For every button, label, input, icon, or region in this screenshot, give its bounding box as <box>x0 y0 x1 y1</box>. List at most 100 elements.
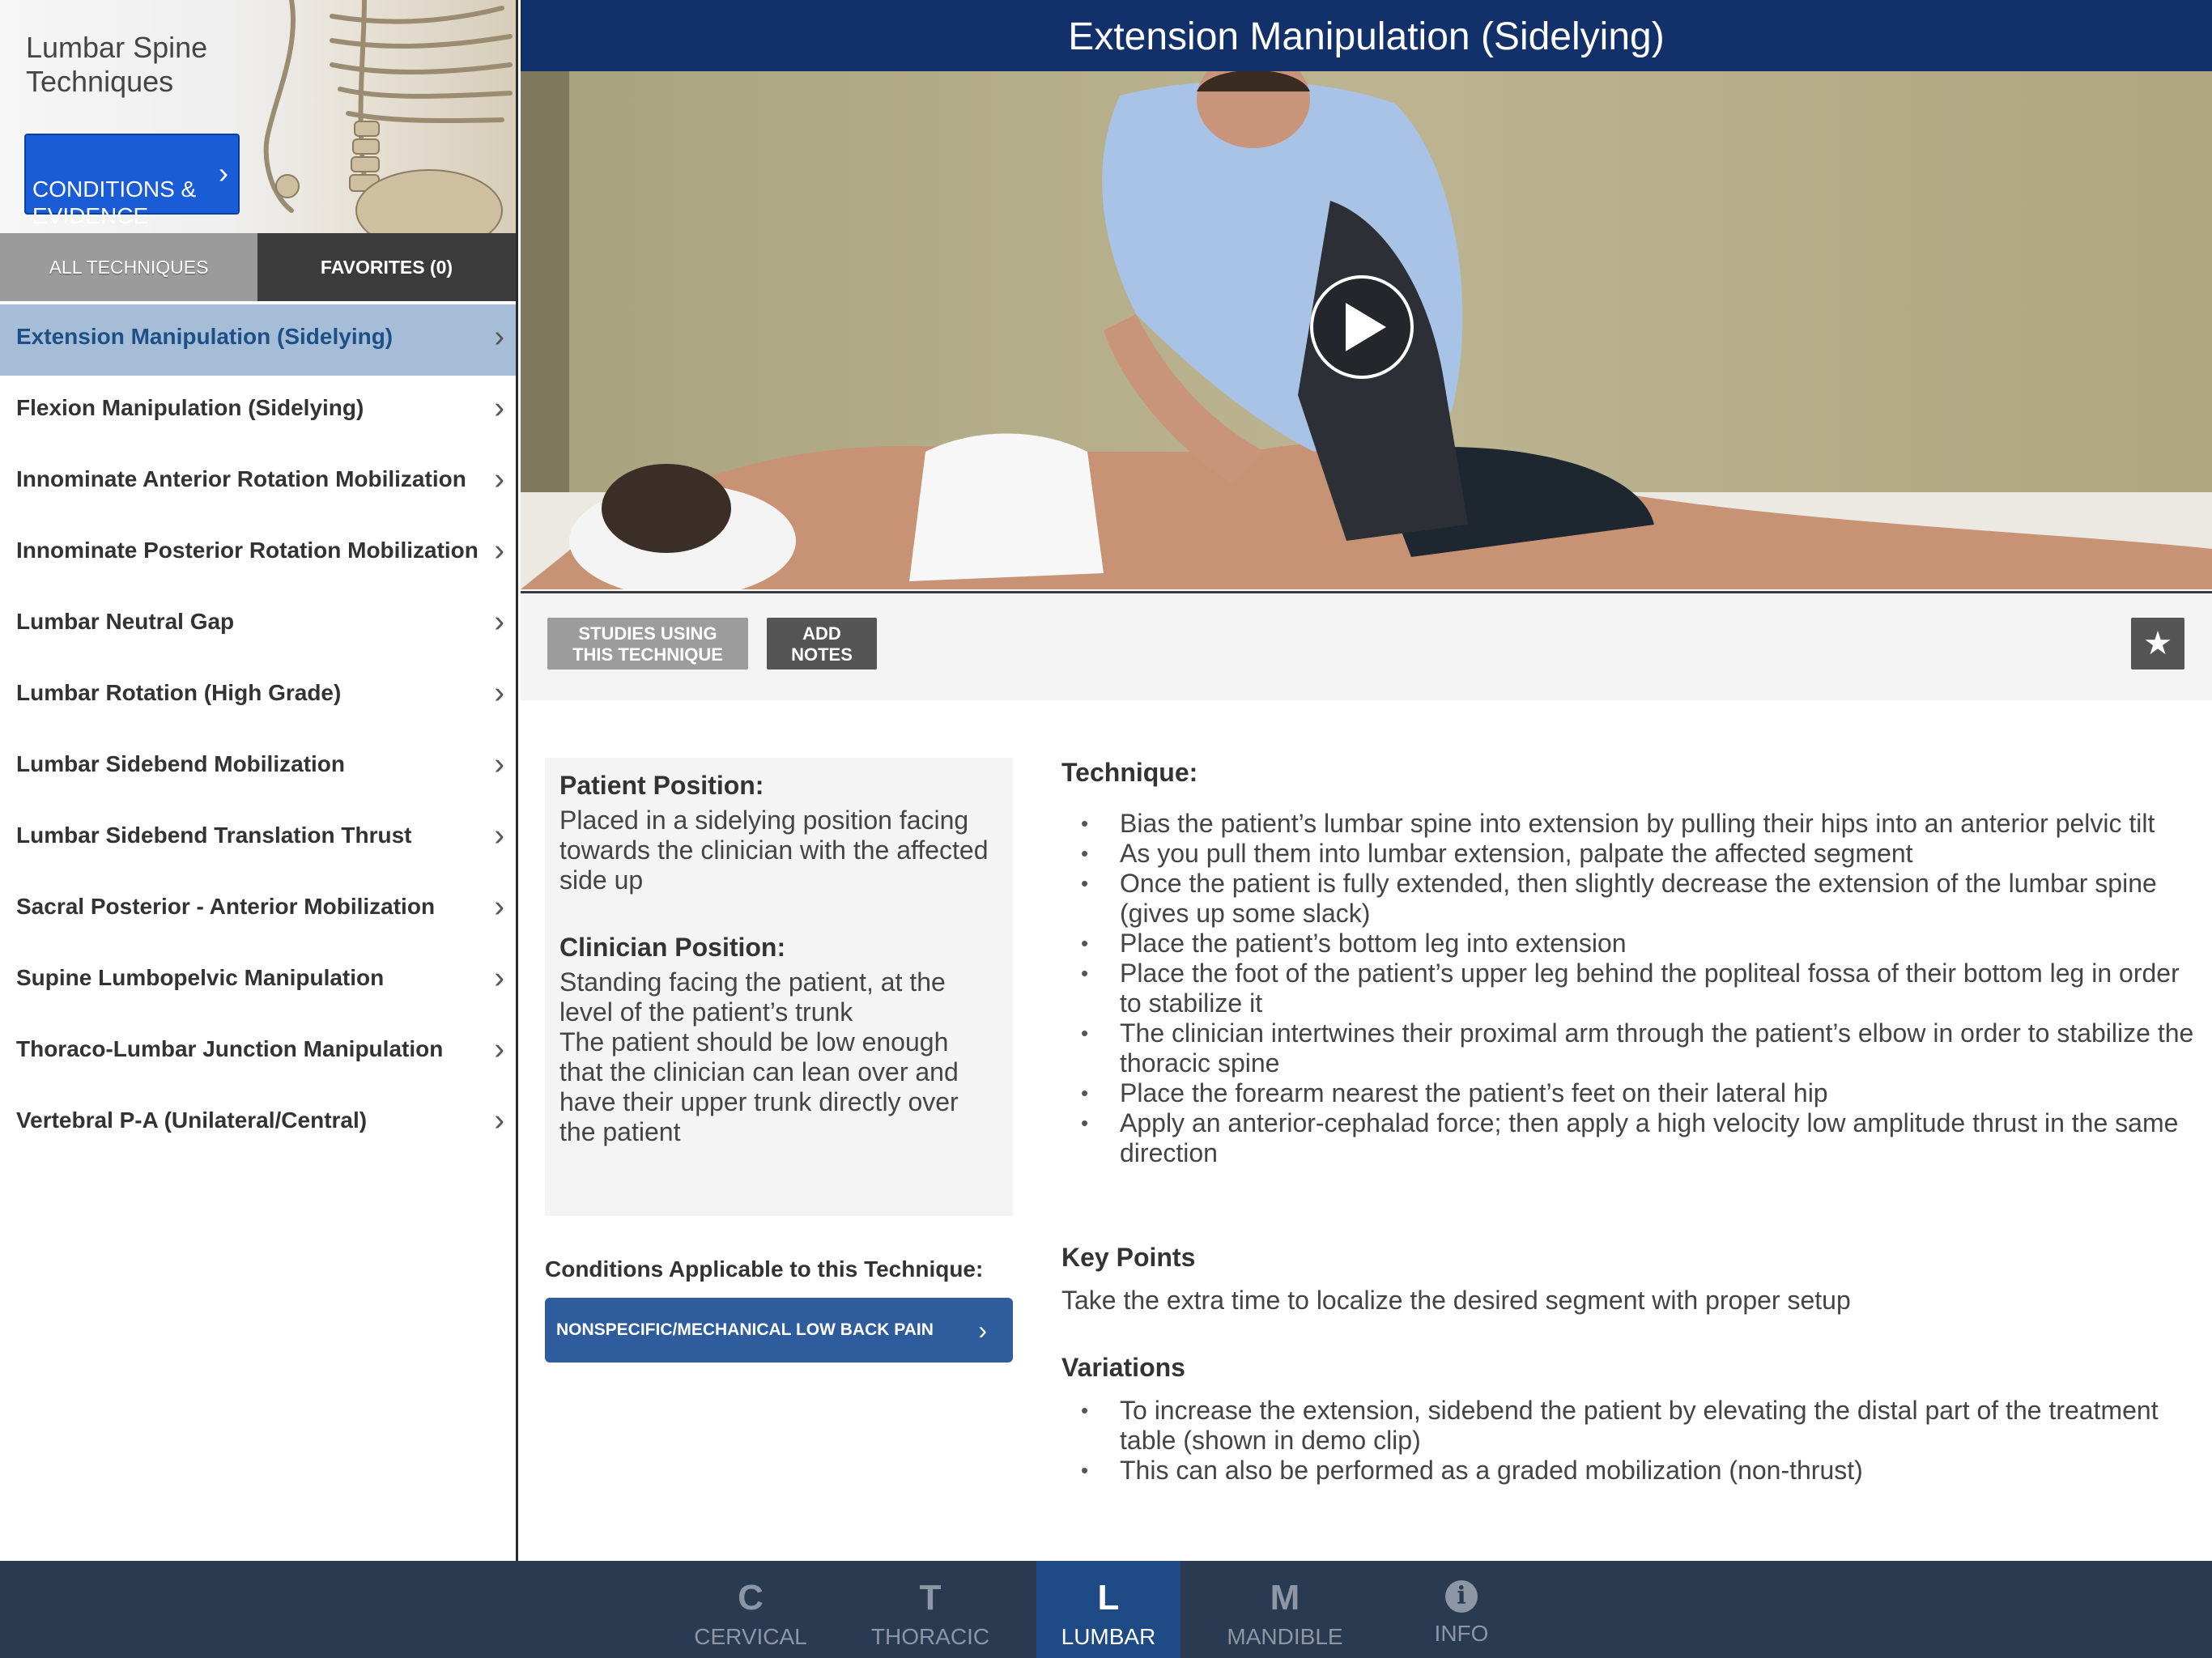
clinician-position-line: Standing facing the patient, at the leve… <box>559 967 946 1027</box>
chevron-right-icon: › <box>494 534 504 568</box>
tab-lumbar[interactable]: L LUMBAR <box>1036 1561 1180 1658</box>
variation-item: This can also be performed as a graded m… <box>1061 1456 2195 1486</box>
chevron-right-icon: › <box>494 890 504 924</box>
tab-cervical[interactable]: C CERVICAL <box>678 1561 823 1658</box>
technique-label: Extension Manipulation (Sidelying) <box>16 324 393 349</box>
technique-label: Lumbar Neutral Gap <box>16 609 235 634</box>
action-bar: STUDIES USING THIS TECHNIQUE ADD NOTES ★ <box>521 591 2212 700</box>
technique-label: Lumbar Sidebend Translation Thrust <box>16 823 412 848</box>
technique-list-item[interactable]: Vertebral P-A (Unilateral/Central) › <box>0 1088 516 1159</box>
patient-position-text: Placed in a sidelying position facing to… <box>559 806 989 895</box>
technique-description: Technique: Bias the patient’s lumbar spi… <box>1061 758 2195 1486</box>
conditions-evidence-label: CONDITIONS & EVIDENCE <box>32 176 197 228</box>
technique-list-item[interactable]: Innominate Anterior Rotation Mobilizatio… <box>0 447 516 518</box>
conditions-evidence-button[interactable]: CONDITIONS & EVIDENCE › <box>24 134 240 228</box>
chevron-right-icon: › <box>494 462 504 496</box>
tab-glyph: T <box>919 1578 942 1618</box>
studies-using-technique-button[interactable]: STUDIES USING THIS TECHNIQUE <box>547 618 748 670</box>
chevron-right-icon: › <box>494 676 504 710</box>
tab-favorites[interactable]: FAVORITES (0) <box>257 233 516 301</box>
favorite-button[interactable]: ★ <box>2131 618 2184 670</box>
tab-mandible[interactable]: M MANDIBLE <box>1213 1561 1357 1658</box>
tab-label: CERVICAL <box>694 1624 807 1649</box>
condition-link-button[interactable]: NONSPECIFIC/MECHANICAL LOW BACK PAIN › <box>545 1298 1013 1363</box>
technique-step: Place the forearm nearest the patient’s … <box>1061 1078 2195 1108</box>
technique-list-item[interactable]: Innominate Posterior Rotation Mobilizati… <box>0 518 516 589</box>
play-button[interactable] <box>1310 275 1414 379</box>
tab-info[interactable]: i INFO <box>1389 1561 1534 1658</box>
technique-label: Innominate Anterior Rotation Mobilizatio… <box>16 466 466 491</box>
sidebar-header: Lumbar Spine Techniques CONDITIONS & EVI… <box>0 0 516 233</box>
chevron-right-icon: › <box>978 1316 987 1345</box>
key-points-heading: Key Points <box>1061 1243 1196 1272</box>
technique-list-item[interactable]: Supine Lumbopelvic Manipulation › <box>0 946 516 1017</box>
technique-detail: Extension Manipulation (Sidelying) STUDI… <box>521 0 2212 1561</box>
technique-label: Vertebral P-A (Unilateral/Central) <box>16 1107 368 1133</box>
chevron-right-icon: › <box>494 320 504 354</box>
technique-label: Innominate Posterior Rotation Mobilizati… <box>16 538 479 563</box>
technique-list-item[interactable]: Lumbar Neutral Gap › <box>0 589 516 661</box>
variation-item: To increase the extension, sidebend the … <box>1061 1396 2195 1456</box>
info-icon: i <box>1445 1580 1478 1613</box>
star-icon: ★ <box>2143 626 2172 661</box>
tab-label: LUMBAR <box>1061 1624 1156 1649</box>
position-panel: Patient Position: Placed in a sidelying … <box>545 758 1013 1216</box>
technique-step: Apply an anterior-cephalad force; then a… <box>1061 1108 2195 1168</box>
chevron-right-icon: › <box>494 818 504 852</box>
technique-step: The clinician intertwines their proximal… <box>1061 1018 2195 1078</box>
tab-label: INFO <box>1434 1621 1489 1646</box>
technique-list-item[interactable]: Thoraco-Lumbar Junction Manipulation › <box>0 1017 516 1088</box>
variations-list: To increase the extension, sidebend the … <box>1061 1396 2195 1486</box>
condition-link-label: NONSPECIFIC/MECHANICAL LOW BACK PAIN <box>556 1320 934 1339</box>
clinician-position-line: The patient should be low enough that th… <box>559 1027 959 1146</box>
bottom-tab-bar: C CERVICAL T THORACIC L LUMBAR M MANDIBLE i INFO <box>0 1561 2212 1658</box>
video-player[interactable] <box>521 71 2212 589</box>
skeleton-illustration <box>263 0 513 233</box>
chevron-right-icon: › <box>494 605 504 639</box>
tab-label: MANDIBLE <box>1227 1624 1343 1649</box>
sidebar: Lumbar Spine Techniques CONDITIONS & EVI… <box>0 0 518 1561</box>
technique-step: As you pull them into lumbar extension, … <box>1061 839 2195 869</box>
chevron-right-icon: › <box>494 1032 504 1066</box>
technique-list-item[interactable]: Extension Manipulation (Sidelying) › <box>0 304 516 376</box>
clinician-position-heading: Clinician Position: <box>559 933 786 962</box>
patient-position-heading: Patient Position: <box>559 771 764 800</box>
technique-step: Bias the patient’s lumbar spine into ext… <box>1061 809 2195 839</box>
key-points-text: Take the extra time to localize the desi… <box>1061 1286 1851 1315</box>
technique-label: Lumbar Sidebend Mobilization <box>16 751 345 776</box>
tab-label: THORACIC <box>870 1624 990 1649</box>
variations-heading: Variations <box>1061 1353 1185 1382</box>
tab-thoracic[interactable]: T THORACIC <box>858 1561 1002 1658</box>
technique-label: Flexion Manipulation (Sidelying) <box>16 395 364 420</box>
tab-glyph: M <box>1270 1578 1300 1618</box>
technique-list-item[interactable]: Flexion Manipulation (Sidelying) › <box>0 376 516 447</box>
technique-label: Lumbar Rotation (High Grade) <box>16 680 342 705</box>
technique-filter-segmented-control: ALL TECHNIQUES FAVORITES (0) <box>0 233 516 301</box>
chevron-right-icon: › <box>219 156 228 189</box>
technique-label: Supine Lumbopelvic Manipulation <box>16 965 385 990</box>
technique-heading: Technique: <box>1061 758 1198 787</box>
chevron-right-icon: › <box>494 1103 504 1137</box>
tab-glyph: L <box>1097 1578 1120 1618</box>
technique-list: Extension Manipulation (Sidelying) › Flexi… <box>0 304 516 1159</box>
conditions-label: Conditions Applicable to this Technique: <box>545 1256 984 1282</box>
add-notes-button[interactable]: ADD NOTES <box>767 618 877 670</box>
technique-step: Place the foot of the patient’s upper le… <box>1061 959 2195 1018</box>
chevron-right-icon: › <box>494 391 504 425</box>
technique-list-item[interactable]: Lumbar Sidebend Mobilization › <box>0 732 516 803</box>
technique-label: Thoraco-Lumbar Junction Manipulation <box>16 1036 444 1061</box>
technique-list-item[interactable]: Lumbar Rotation (High Grade) › <box>0 661 516 732</box>
tab-glyph: C <box>738 1578 764 1618</box>
technique-label: Sacral Posterior - Anterior Mobilization <box>16 894 436 919</box>
page-title: Extension Manipulation (Sidelying) <box>521 0 2212 71</box>
chevron-right-icon: › <box>494 747 504 781</box>
chevron-right-icon: › <box>494 961 504 995</box>
tab-all-techniques[interactable]: ALL TECHNIQUES <box>0 233 257 301</box>
play-icon <box>1346 303 1386 351</box>
technique-list-item[interactable]: Lumbar Sidebend Translation Thrust › <box>0 803 516 874</box>
technique-step: Place the patient’s bottom leg into exte… <box>1061 929 2195 959</box>
technique-list-item[interactable]: Sacral Posterior - Anterior Mobilization… <box>0 874 516 946</box>
technique-steps-list: Bias the patient’s lumbar spine into ext… <box>1061 809 2195 1168</box>
technique-step: Once the patient is fully extended, then… <box>1061 869 2195 929</box>
app-title: Lumbar Spine Techniques <box>26 31 208 98</box>
